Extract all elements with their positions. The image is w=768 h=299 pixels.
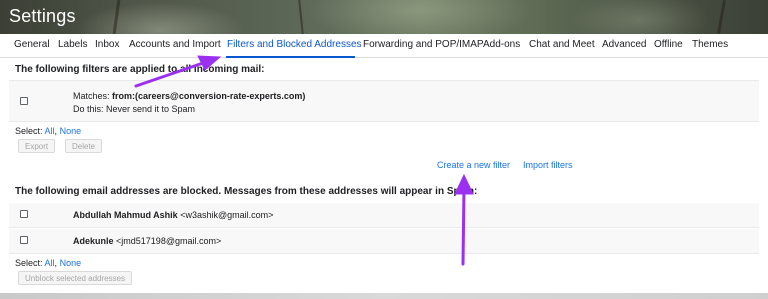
select-none-link[interactable]: None (60, 258, 82, 268)
select-separator: , (54, 126, 58, 136)
select-none-link[interactable]: None (60, 126, 82, 136)
page-bottom-band (0, 293, 768, 299)
blocked-select-row: Select: All, None (15, 258, 81, 268)
filter-row: Matches: from:(careers@conversion-rate-e… (9, 80, 759, 122)
filter-matches-prefix: Matches: (73, 91, 113, 101)
blocked-checkbox[interactable] (20, 210, 28, 218)
blocked-row: Adekunle <jmd517198@gmail.com> (9, 229, 759, 254)
blocked-heading: The following email addresses are blocke… (15, 186, 478, 197)
tab-themes[interactable]: Themes (692, 39, 728, 50)
blocked-row: Abdullah Mahmud Ashik <w3ashik@gmail.com… (9, 203, 759, 228)
select-separator: , (54, 258, 58, 268)
unblock-selected-button[interactable]: Unblock selected addresses (18, 271, 133, 285)
filters-heading: The following filters are applied to all… (15, 64, 265, 75)
filters-select-row: Select: All, None (15, 126, 81, 136)
tab-inbox[interactable]: Inbox (95, 39, 119, 50)
filter-action: Do this: Never send it to Spam (73, 104, 196, 114)
select-label: Select: (15, 258, 43, 268)
filter-matches-value: from:(careers@conversion-rate-experts.co… (112, 91, 306, 101)
select-label: Select: (15, 126, 43, 136)
tab-offline[interactable]: Offline (654, 39, 683, 50)
blocked-name: Adekunle (73, 236, 114, 246)
blocked-email: <jmd517198@gmail.com> (116, 236, 222, 246)
active-tab-indicator (226, 56, 355, 58)
filter-matches: Matches: from:(careers@conversion-rate-e… (73, 91, 305, 101)
import-filters-link[interactable]: Import filters (523, 160, 573, 170)
tab-general[interactable]: General (14, 39, 50, 50)
blocked-entry: Adekunle <jmd517198@gmail.com> (73, 236, 221, 246)
filter-checkbox[interactable] (20, 97, 28, 105)
select-all-link[interactable]: All (45, 126, 55, 136)
page-title: Settings (9, 6, 76, 26)
select-all-link[interactable]: All (45, 258, 55, 268)
blocked-checkbox[interactable] (20, 236, 28, 244)
tab-add-ons[interactable]: Add-ons (483, 39, 520, 50)
tab-chat-and-meet[interactable]: Chat and Meet (529, 39, 595, 50)
settings-header: Settings (0, 0, 768, 34)
tab-labels[interactable]: Labels (58, 39, 87, 50)
blocked-name: Abdullah Mahmud Ashik (73, 210, 178, 220)
delete-button[interactable]: Delete (65, 139, 103, 153)
tab-accounts-and-import[interactable]: Accounts and Import (129, 39, 221, 50)
tab-filters-and-blocked-addresses[interactable]: Filters and Blocked Addresses (227, 39, 362, 50)
tab-forwarding-and-pop-imap[interactable]: Forwarding and POP/IMAP (363, 39, 484, 50)
blocked-entry: Abdullah Mahmud Ashik <w3ashik@gmail.com… (73, 210, 273, 220)
settings-tabs: General Labels Inbox Accounts and Import… (0, 34, 768, 58)
tab-advanced[interactable]: Advanced (602, 39, 646, 50)
create-new-filter-link[interactable]: Create a new filter (437, 160, 510, 170)
blocked-email: <w3ashik@gmail.com> (180, 210, 274, 220)
export-button[interactable]: Export (18, 139, 56, 153)
